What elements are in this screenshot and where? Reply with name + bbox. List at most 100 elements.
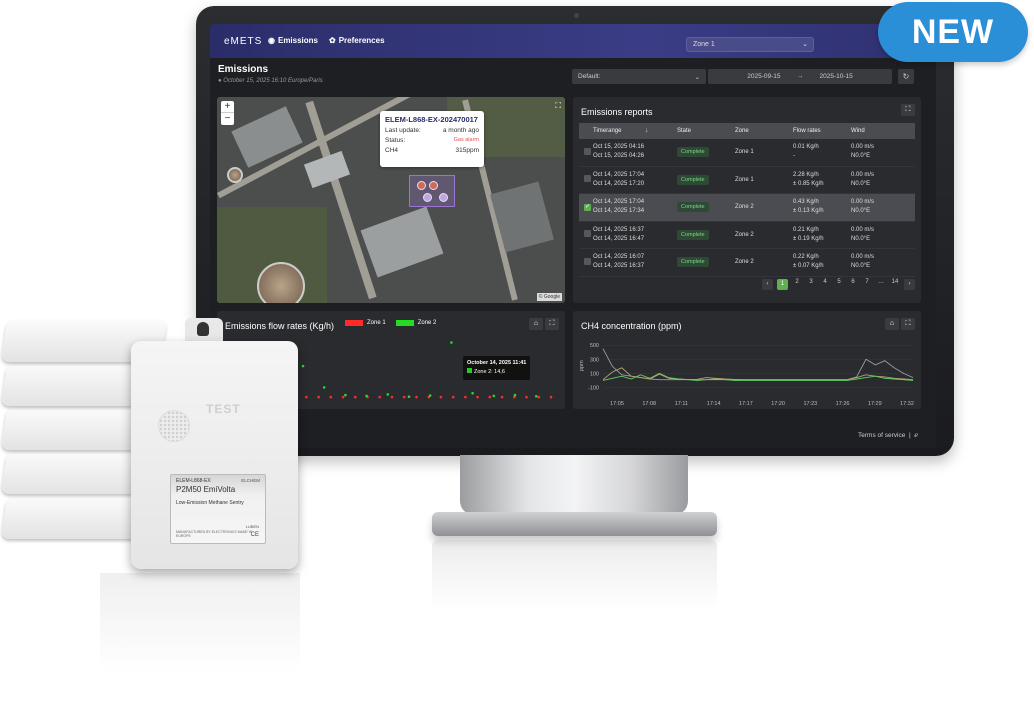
refresh-button[interactable]: ↻ [898, 69, 914, 84]
home-icon[interactable]: ⌂ [529, 318, 543, 330]
table-row[interactable]: Oct 14, 2025 16:37 Oct 14, 2025 16:47 Comp… [579, 222, 915, 249]
data-point [344, 393, 347, 397]
cell-line: Oct 14, 2025 16:37 [593, 263, 645, 270]
floor-reflection [432, 540, 717, 610]
expand-icon[interactable]: ⛶ [555, 101, 561, 111]
col-zone[interactable]: Zone [735, 128, 793, 134]
col-timerange[interactable]: Timerange ↓ [593, 127, 677, 136]
cell-line: ± 0.19 Kg/h [793, 235, 824, 242]
col-wind[interactable]: Wind [851, 127, 911, 136]
timestamp-text: October 15, 2025 16:10 Europe/Paris [223, 78, 323, 84]
page-number[interactable]: 1 [777, 279, 788, 290]
row-checkbox[interactable] [584, 230, 591, 238]
cell-flow-rate: 0.22 Kg/h ± 0.07 Kg/h [793, 253, 851, 271]
cell-line: Oct 14, 2025 17:04 [593, 171, 645, 178]
table-row[interactable]: Oct 15, 2025 04:16 Oct 15, 2025 04:26 Comp… [579, 139, 915, 167]
x-tick-label: 17:08 [642, 401, 656, 407]
y-tick-label: 100 [590, 371, 599, 377]
cell-zone: Zone 1 [735, 176, 754, 183]
reports-table: Timerange ↓ State Zone Flow rates Wind O… [579, 123, 915, 277]
row-checkbox[interactable] [584, 147, 591, 155]
nav-preferences[interactable]: ✿ Preferences [329, 36, 385, 45]
cell-timerange: Oct 14, 2025 17:04 Oct 14, 2025 17:34 [593, 198, 677, 216]
table-row[interactable]: ✓ Oct 14, 2025 17:04 Oct 14, 2025 17:34 Com… [579, 194, 915, 222]
app-logo[interactable]: eMETS [224, 36, 262, 47]
col-flow-rates[interactable]: Flow rates [793, 127, 851, 136]
page-timestamp: ● October 15, 2025 16:10 Europe/Paris [218, 78, 323, 84]
data-point [301, 364, 305, 368]
cell-wind: 0.00 m/s N0.0°E [851, 171, 911, 189]
page-number[interactable]: 4 [820, 279, 830, 290]
row-checkbox[interactable]: ✓ [584, 203, 591, 211]
popup-label: Status: [385, 137, 406, 144]
next-page-button[interactable]: › [904, 279, 915, 290]
page-number[interactable]: 14 [890, 279, 900, 290]
cell-line: Oct 15, 2025 04:16 [593, 144, 645, 151]
sensor-popup: ELEM-L868-EX-202470017 Last update: a mon… [380, 111, 484, 167]
tooltip-swatch [467, 368, 472, 373]
data-point [471, 391, 474, 395]
terms-link[interactable]: Terms of service [858, 432, 905, 439]
monitor-stand [460, 455, 688, 515]
data-point [329, 395, 333, 399]
data-point [317, 395, 320, 399]
device-model: P2M50 EmiVolta [176, 485, 236, 494]
zoom-out-button[interactable]: − [221, 113, 234, 125]
page-number[interactable]: 5 [834, 279, 844, 290]
home-icon[interactable]: ⌂ [885, 318, 899, 330]
preset-filter[interactable]: Default: ⌄ [572, 69, 706, 84]
map-attribution: © Google [536, 293, 562, 301]
expand-icon[interactable]: ⛶ [545, 318, 559, 330]
cell-wind: 0.00 m/s N0.0°E [851, 198, 911, 216]
y-tick-label: 500 [590, 343, 599, 349]
chevron-down-icon: ⌄ [802, 41, 808, 48]
cell-line: 0.22 Kg/h [793, 254, 819, 261]
cell-line: Oct 14, 2025 17:04 [593, 199, 645, 206]
prev-page-button[interactable]: ‹ [762, 279, 773, 290]
device-logo: TEST [206, 402, 241, 416]
map-zone-overlay[interactable] [409, 175, 455, 207]
zoom-control: + − [221, 101, 234, 125]
cell-line: ± 0.13 Kg/h [793, 208, 824, 215]
ch4-chart[interactable]: 500 300 100 -100 ppm 17:05 17:08 17:11 17:14 17:1… [573, 337, 921, 409]
cell-state: Complete [677, 257, 735, 268]
status-badge: Complete [677, 147, 709, 158]
expand-icon[interactable]: ⛶ [901, 318, 915, 330]
table-row[interactable]: Oct 14, 2025 17:04 Oct 14, 2025 17:20 Comp… [579, 167, 915, 194]
page-number[interactable]: 6 [848, 279, 858, 290]
data-point [439, 395, 443, 399]
col-state[interactable]: State [677, 128, 735, 134]
cell-zone: Zone 2 [735, 231, 754, 238]
cell-wind: 0.00 m/s N0.0°E [851, 143, 911, 161]
date-from: 2025-09-15 [747, 73, 781, 80]
page-number[interactable]: 7 [862, 279, 872, 290]
cell-line: 0.00 m/s [851, 144, 875, 151]
cell-flow-rate: 2.28 Kg/h ± 0.85 Kg/h [793, 171, 851, 189]
x-tick-label: 17:20 [771, 401, 785, 407]
status-badge: Complete [677, 257, 709, 268]
zone-select[interactable]: Zone 1 ⌄ [686, 37, 814, 52]
zoom-in-button[interactable]: + [221, 101, 234, 113]
status-badge: Complete [677, 202, 709, 213]
cell-flow-rate: 0.43 Kg/h ± 0.13 Kg/h [793, 198, 851, 216]
refresh-icon: ↻ [902, 72, 910, 81]
satellite-map[interactable]: + − ⛶ ELEM-L868-EX-202470017 Last update… [217, 97, 565, 303]
y-axis-label: ppm [579, 360, 585, 371]
expand-icon[interactable]: ⛶ [901, 104, 915, 116]
date-range[interactable]: 2025-09-15 → 2025-10-15 [708, 69, 892, 84]
cell-timerange: Oct 14, 2025 17:04 Oct 14, 2025 17:20 [593, 171, 677, 189]
row-checkbox[interactable] [584, 257, 591, 265]
chart-tooltip: October 14, 2025 11:41 Zone 2: 14,6 [463, 356, 531, 380]
col-label: Timerange [593, 127, 622, 134]
row-checkbox[interactable] [584, 175, 591, 183]
cell-line: 0.01 Kg/h [793, 144, 819, 151]
chart-legend: Zone 1 Zone 2 [345, 320, 436, 326]
table-row[interactable]: Oct 14, 2025 16:07 Oct 14, 2025 16:37 Comp… [579, 249, 915, 277]
nav-emissions[interactable]: ◉ Emissions [268, 36, 318, 45]
monitor-base [432, 512, 717, 536]
legend-label: Zone 1 [367, 320, 386, 326]
arrow-right-icon: → [796, 73, 804, 80]
page-number[interactable]: 2 [792, 279, 802, 290]
device-label: ELEM-L868-EX P2M50 EmiVolta Low-Emission… [170, 474, 266, 544]
page-number[interactable]: 3 [806, 279, 816, 290]
